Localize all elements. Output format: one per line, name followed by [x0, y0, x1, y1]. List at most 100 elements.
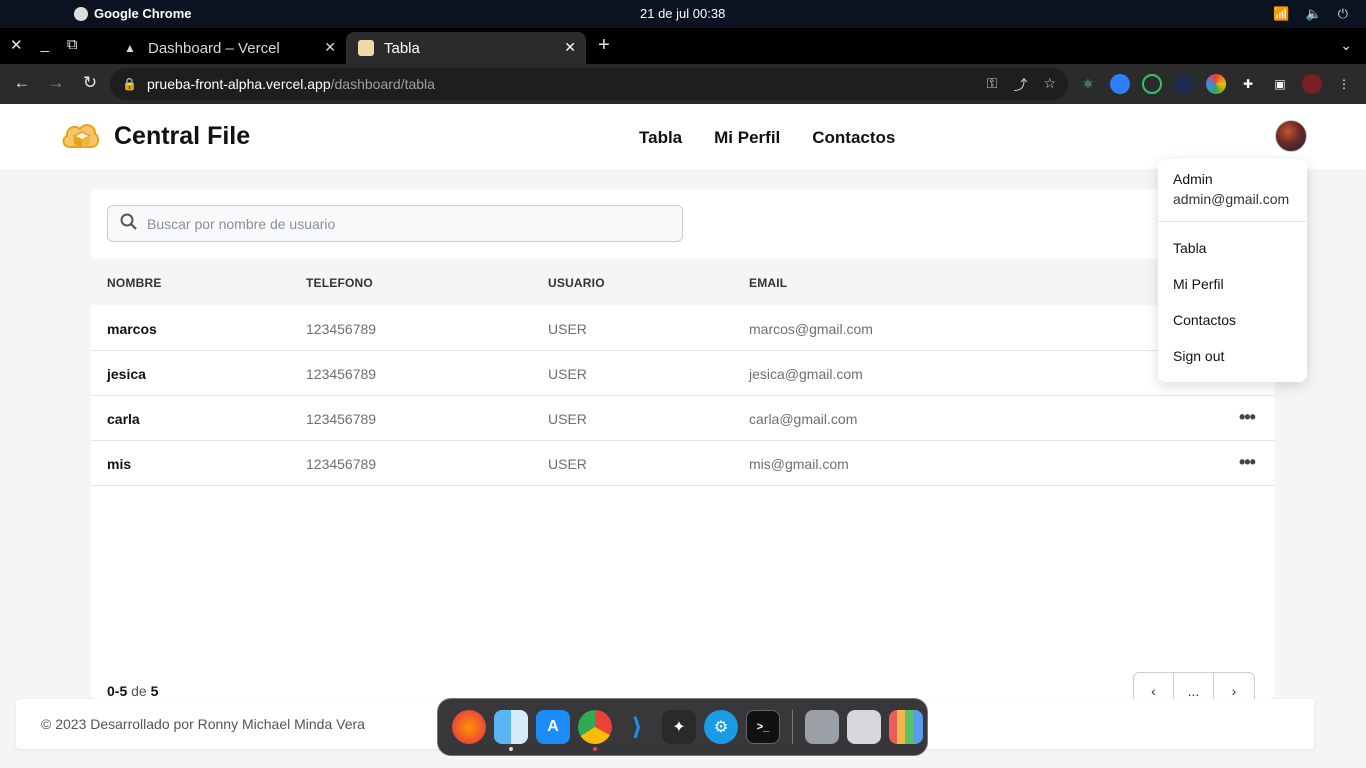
reload-icon[interactable]: ↻ — [80, 73, 100, 93]
table-header: NOMBRE TELEFONO USUARIO EMAIL — [91, 259, 1275, 305]
vercel-favicon-icon: ▲ — [124, 41, 136, 55]
window-controls: ✕ _ ⧉ — [10, 36, 78, 54]
main-nav: Tabla Mi Perfil Contactos — [639, 128, 895, 148]
brand[interactable]: Central File — [60, 119, 250, 153]
cell-usuario: USER — [548, 321, 587, 337]
cell-nombre: carla — [107, 411, 140, 427]
address-bar[interactable]: 🔒 prueba-front-alpha.vercel.app/dashboar… — [110, 68, 1068, 100]
address-bar-actions: ⚿ ⤴ ☆ — [987, 75, 1056, 95]
dropdown-item-sign-out[interactable]: Sign out — [1173, 348, 1224, 364]
side-panel-icon[interactable]: ▣ — [1270, 74, 1290, 94]
settings-gear-icon[interactable]: ⚙ — [704, 710, 738, 744]
chrome-dock-icon[interactable] — [578, 710, 612, 751]
footer-text: © 2023 Desarrollado por Ronny Michael Mi… — [41, 716, 365, 732]
extension-green-icon[interactable] — [1142, 74, 1162, 94]
page-total: 5 — [150, 683, 159, 699]
new-tab-icon[interactable]: + — [598, 34, 610, 57]
extension-dark-icon[interactable] — [1174, 74, 1194, 94]
page-of: de — [131, 683, 147, 699]
nav-buttons: ← → ↻ — [12, 73, 100, 93]
dropdown-item-contactos[interactable]: Contactos — [1173, 312, 1236, 328]
react-devtools-icon[interactable]: ⚛ — [1078, 74, 1098, 94]
app-name: Google Chrome — [94, 6, 192, 21]
users-table-card: NOMBRE TELEFONO USUARIO EMAIL marcos 123… — [91, 189, 1275, 710]
column-header-nombre[interactable]: NOMBRE — [107, 276, 162, 290]
launchpad-icon[interactable] — [889, 710, 923, 744]
forward-arrow-icon[interactable]: → — [46, 73, 66, 93]
puzzle-icon[interactable]: ✚ — [1238, 74, 1258, 94]
nav-tabla[interactable]: Tabla — [639, 128, 682, 148]
ellipsis-icon[interactable]: ••• — [1239, 407, 1256, 428]
nav-mi-perfil[interactable]: Mi Perfil — [714, 128, 780, 148]
running-indicator — [593, 747, 597, 751]
minimize-window-icon[interactable]: _ — [41, 36, 49, 54]
active-app[interactable]: Google Chrome — [74, 6, 192, 21]
tab-tabla[interactable]: Tabla ✕ — [346, 32, 586, 64]
back-arrow-icon[interactable]: ← — [12, 73, 32, 93]
table-row[interactable]: jesica 123456789 USER jesica@gmail.com — [91, 351, 1275, 396]
nav-contactos[interactable]: Contactos — [812, 128, 895, 148]
dock-separator — [792, 710, 793, 744]
table-row[interactable]: carla 123456789 USER carla@gmail.com ••• — [91, 396, 1275, 441]
url-path: /dashboard/tabla — [330, 76, 435, 92]
cell-nombre: mis — [107, 456, 132, 472]
brand-name: Central File — [114, 121, 251, 150]
kebab-menu-icon[interactable]: ⋮ — [1334, 74, 1354, 94]
share-icon[interactable]: ⤴ — [1013, 75, 1027, 95]
cell-telefono: 123456789 — [306, 366, 377, 382]
close-tab-icon[interactable]: ✕ — [564, 39, 576, 56]
wifi-icon[interactable]: 📶 — [1273, 6, 1289, 22]
tab-dashboard-vercel[interactable]: ▲ Dashboard – Vercel ✕ — [110, 32, 346, 64]
table-row[interactable]: mis 123456789 USER mis@gmail.com ••• — [91, 441, 1275, 486]
url-host: prueba-front-alpha.vercel.app — [146, 76, 331, 92]
figma-icon[interactable]: ✦ — [662, 710, 696, 744]
dropdown-user-email: admin@gmail.com — [1173, 191, 1290, 207]
terminal-icon[interactable]: >_ — [746, 710, 780, 744]
power-icon[interactable]: ⏻ — [1338, 6, 1348, 22]
star-icon[interactable]: ☆ — [1043, 75, 1056, 95]
search-box[interactable] — [107, 205, 683, 242]
firefox-icon[interactable] — [452, 710, 486, 744]
cell-telefono: 123456789 — [306, 321, 377, 337]
key-icon[interactable]: ⚿ — [987, 75, 998, 95]
table-row[interactable]: marcos 123456789 USER marcos@gmail.com — [91, 306, 1275, 351]
app-store-icon[interactable]: A — [536, 710, 570, 744]
dropdown-item-tabla[interactable]: Tabla — [1173, 240, 1206, 256]
vscode-icon[interactable]: ⟩ — [620, 710, 654, 744]
cell-nombre: marcos — [107, 321, 157, 337]
cell-email: mis@gmail.com — [749, 456, 849, 472]
cell-email: marcos@gmail.com — [749, 321, 873, 337]
restore-window-icon[interactable]: ⧉ — [67, 36, 78, 54]
disk-icon[interactable] — [805, 710, 839, 744]
site-favicon-icon — [358, 40, 374, 56]
cell-usuario: USER — [548, 456, 587, 472]
search-input[interactable] — [147, 215, 647, 232]
dropdown-item-mi-perfil[interactable]: Mi Perfil — [1173, 276, 1224, 292]
cell-email: carla@gmail.com — [749, 411, 858, 427]
cell-email: jesica@gmail.com — [749, 366, 863, 382]
lock-icon[interactable]: 🔒 — [122, 77, 137, 91]
cell-usuario: USER — [548, 411, 587, 427]
column-header-email[interactable]: EMAIL — [749, 276, 787, 290]
close-window-icon[interactable]: ✕ — [10, 36, 23, 54]
ellipsis-icon[interactable]: ••• — [1239, 452, 1256, 473]
column-header-telefono[interactable]: TELEFONO — [306, 276, 373, 290]
search-icon — [120, 213, 137, 235]
volume-icon[interactable]: 🔈 — [1306, 6, 1322, 22]
tab-label: Dashboard – Vercel — [148, 39, 280, 57]
extension-multicolor-icon[interactable] — [1206, 74, 1226, 94]
user-avatar[interactable] — [1275, 120, 1307, 152]
close-tab-icon[interactable]: ✕ — [324, 39, 336, 56]
clock[interactable]: 21 de jul 00:38 — [640, 6, 725, 21]
extensions-area: ⚛ ✚ ▣ ⋮ — [1078, 74, 1354, 94]
finder-icon[interactable] — [494, 710, 528, 751]
tab-search-chevron-icon[interactable]: ⌄ — [1340, 37, 1352, 54]
cell-usuario: USER — [548, 366, 587, 382]
dock: A ⟩ ✦ ⚙ >_ — [437, 698, 928, 756]
column-header-usuario[interactable]: USUARIO — [548, 276, 605, 290]
browser-toolbar: ← → ↻ 🔒 prueba-front-alpha.vercel.app/da… — [0, 64, 1366, 104]
profile-avatar-icon[interactable] — [1302, 74, 1322, 94]
trash-icon[interactable] — [847, 710, 881, 744]
dropdown-divider — [1158, 221, 1307, 222]
extension-blue-icon[interactable] — [1110, 74, 1130, 94]
